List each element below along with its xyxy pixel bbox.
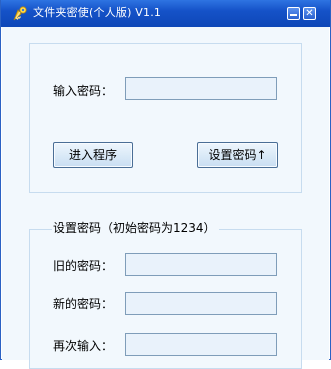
old-password-input[interactable] [125,253,277,276]
title-bar[interactable]: 文件夹密使(个人版) V1.1 ✕ [1,0,330,27]
new-password-label: 新的密码： [53,297,114,311]
close-icon: ✕ [305,8,314,19]
set-password-legend: 设置密码（初始密码为1234） [52,221,219,235]
confirm-password-label: 再次输入： [53,339,114,353]
set-password-button[interactable]: 设置密码↑ [197,142,278,168]
key-folder-icon [12,5,29,22]
minimize-button[interactable] [287,7,300,20]
window-title: 文件夹密使(个人版) V1.1 [33,6,162,19]
password-input[interactable] [125,77,277,100]
minimize-icon [290,14,297,16]
login-panel [29,43,302,193]
close-button[interactable]: ✕ [303,7,316,20]
enter-program-button[interactable]: 进入程序 [53,142,133,168]
password-label: 输入密码： [53,84,114,98]
old-password-label: 旧的密码： [53,259,114,273]
new-password-input[interactable] [125,292,277,315]
app-window: 文件夹密使(个人版) V1.1 ✕ 输入密码： 进入程序 设置密码↑ 设置密码（… [0,0,331,369]
confirm-password-input[interactable] [125,333,277,356]
